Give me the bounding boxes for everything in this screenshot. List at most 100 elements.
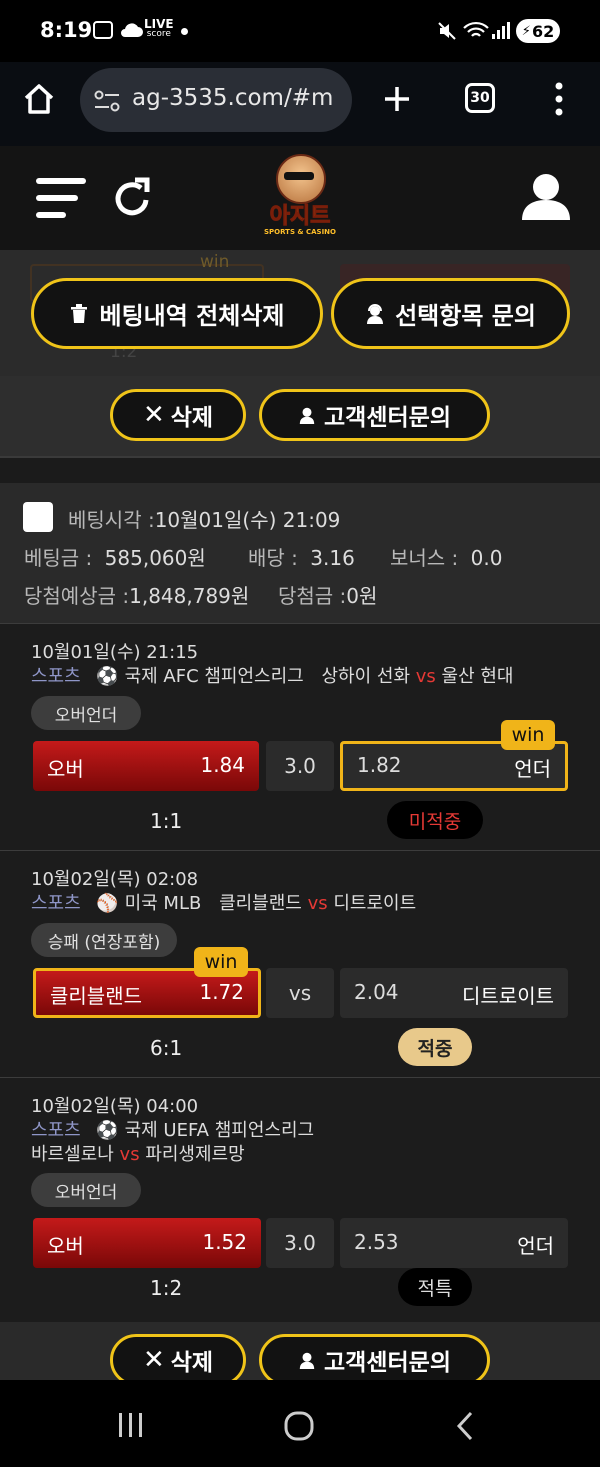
background-remnant-tag: win	[200, 252, 230, 272]
vs-label: vs	[415, 666, 436, 687]
charging-icon: ⚡	[521, 23, 531, 39]
tab-switcher-button[interactable]: 30	[465, 83, 495, 113]
away-team: 울산 현대	[441, 666, 514, 687]
url-text[interactable]: ag-3535.com/#m	[132, 85, 333, 111]
bet-odds-value: 3.16	[310, 546, 355, 570]
site-settings-icon[interactable]	[94, 90, 120, 112]
delete-button-bottom[interactable]: ✕ 삭제	[110, 1334, 246, 1386]
odds-left-label: 클리블랜드	[50, 984, 142, 1008]
close-icon: ✕	[142, 400, 165, 430]
new-tab-icon[interactable]	[382, 84, 412, 114]
match-item: 10월02일(목) 02:08 스포츠 ⚾ 미국 MLB 클리블랜드 vs 디트…	[0, 850, 600, 1078]
away-team: 디트로이트	[333, 893, 417, 914]
match-date: 10월02일(목) 04:00	[31, 1096, 199, 1117]
win-tag: win	[194, 947, 248, 977]
odds-right-label: 언더	[517, 1234, 554, 1258]
odds-right-value: 1.82	[357, 753, 402, 777]
odds-right-button[interactable]: 2.04 디트로이트	[340, 968, 568, 1018]
agent-icon	[367, 303, 384, 324]
more-menu-icon[interactable]	[554, 82, 564, 116]
live-label: LIVE	[144, 17, 174, 31]
away-team: 파리생제르망	[145, 1144, 245, 1165]
bet-expected-value: 1,848,789원	[129, 584, 250, 608]
league-name: 미국 MLB	[124, 893, 202, 914]
inquire-selected-label: 선택항목 문의	[395, 302, 536, 330]
cs-inquiry-button[interactable]: 고객센터문의	[259, 389, 490, 441]
refresh-icon[interactable]	[110, 176, 154, 220]
cs-inquiry-button-bottom[interactable]: 고객센터문의	[259, 1334, 490, 1386]
bet-winnings-label: 당첨금 :	[278, 584, 347, 608]
battery-level: 62	[531, 21, 555, 41]
bet-odds-label: 배당 :	[248, 546, 298, 570]
screenshot-icon	[93, 21, 113, 39]
close-icon: ✕	[142, 1345, 165, 1375]
bet-time: 베팅시각 :10월01일(수) 21:09	[68, 504, 340, 533]
odds-right-button[interactable]: 2.53 언더	[340, 1218, 568, 1268]
delete-all-label: 베팅내역 전체삭제	[99, 302, 285, 330]
bet-amount: 베팅금 : 585,060원	[24, 542, 206, 571]
match-info: 스포츠 ⚽ 국제 AFC 챔피언스리그 상하이 선화 vs 울산 현대	[31, 662, 513, 688]
odds-left-button[interactable]: 오버 1.52	[33, 1218, 261, 1268]
league-name: 국제 UEFA 챔피언스리그	[124, 1120, 315, 1141]
match-teams: 바르셀로나 vs 파리생제르망	[31, 1140, 245, 1166]
trash-icon	[70, 303, 87, 323]
bet-select-checkbox[interactable]	[23, 502, 53, 532]
home-nav-icon[interactable]	[284, 1411, 314, 1441]
system-nav-bar	[0, 1380, 600, 1467]
match-item: 10월01일(수) 21:15 스포츠 ⚽ 국제 AFC 챔피언스리그 상하이 …	[0, 623, 600, 851]
bet-expected-label: 당첨예상금 :	[24, 584, 130, 608]
mascot-glasses	[284, 172, 314, 180]
bet-time-label: 베팅시각 :	[68, 508, 155, 532]
site-header: 아지트 SPORTS & CASINO	[0, 146, 600, 250]
sport-category: 스포츠	[31, 666, 81, 687]
browser-toolbar: ag-3535.com/#m 30	[0, 62, 600, 146]
home-team: 바르셀로나	[31, 1144, 114, 1165]
market-badge: 오버언더	[31, 1173, 141, 1207]
match-info: 스포츠 ⚽ 국제 UEFA 챔피언스리그	[31, 1116, 314, 1142]
inquire-selected-button[interactable]: 선택항목 문의	[331, 278, 570, 349]
odds-left-label: 오버	[47, 757, 84, 781]
bet-card: 베팅시각 :10월01일(수) 21:09 베팅금 : 585,060원 배당 …	[0, 483, 600, 1386]
match-date: 10월01일(수) 21:15	[31, 642, 199, 663]
odds-right-label: 언더	[514, 757, 551, 781]
win-tag: win	[501, 720, 555, 750]
bet-bonus-value: 0.0	[470, 546, 503, 570]
top-action-panel: win 1:2 베팅내역 전체삭제 선택항목 문의	[0, 250, 600, 376]
recent-apps-icon[interactable]	[117, 1412, 145, 1438]
agent-icon	[299, 407, 315, 424]
tab-count: 30	[470, 90, 490, 106]
bet-amount-value: 585,060원	[104, 546, 206, 570]
soccer-ball-icon: ⚽	[96, 666, 119, 687]
odds-right-value: 2.53	[354, 1230, 399, 1254]
bet-bonus-label: 보너스 :	[390, 546, 459, 570]
bet-time-value: 10월01일(수) 21:09	[154, 508, 341, 532]
menu-icon[interactable]	[36, 176, 88, 220]
delete-button[interactable]: ✕ 삭제	[110, 389, 246, 441]
cs-inquiry-label: 고객센터문의	[324, 1350, 451, 1376]
home-team: 상하이 선화	[321, 666, 411, 687]
bet-amount-label: 베팅금 :	[24, 546, 93, 570]
cloud-icon	[121, 23, 143, 37]
delete-all-bets-button[interactable]: 베팅내역 전체삭제	[31, 278, 323, 349]
battery-indicator: ⚡ 62	[516, 19, 560, 43]
cs-inquiry-label: 고객센터문의	[324, 405, 451, 431]
live-score-icon: LIVE score	[144, 17, 174, 39]
odds-mid: vs	[266, 968, 334, 1018]
match-item: 10월02일(목) 04:00 스포츠 ⚽ 국제 UEFA 챔피언스리그 바르셀…	[0, 1077, 600, 1322]
site-logo[interactable]: 아지트 SPORTS & CASINO	[262, 154, 338, 244]
home-icon[interactable]	[22, 82, 56, 116]
odds-left-button[interactable]: 오버 1.84	[33, 741, 259, 791]
user-icon[interactable]	[520, 172, 572, 222]
signal-icon	[492, 22, 510, 39]
bet-winnings-value: 0원	[346, 584, 378, 608]
league-name: 국제 AFC 챔피언스리그	[124, 666, 304, 687]
status-bar: 8:19 LIVE score ⚡ 62	[0, 0, 600, 62]
match-score: 6:1	[150, 1036, 183, 1060]
mute-icon	[438, 22, 456, 40]
bet-winnings: 당첨금 :0원	[278, 580, 377, 609]
back-icon[interactable]	[455, 1411, 475, 1441]
odds-left-value: 1.52	[202, 1230, 247, 1254]
odds-mid: 3.0	[266, 1218, 334, 1268]
address-bar[interactable]: ag-3535.com/#m	[80, 68, 352, 132]
result-badge: 미적중	[387, 801, 483, 839]
